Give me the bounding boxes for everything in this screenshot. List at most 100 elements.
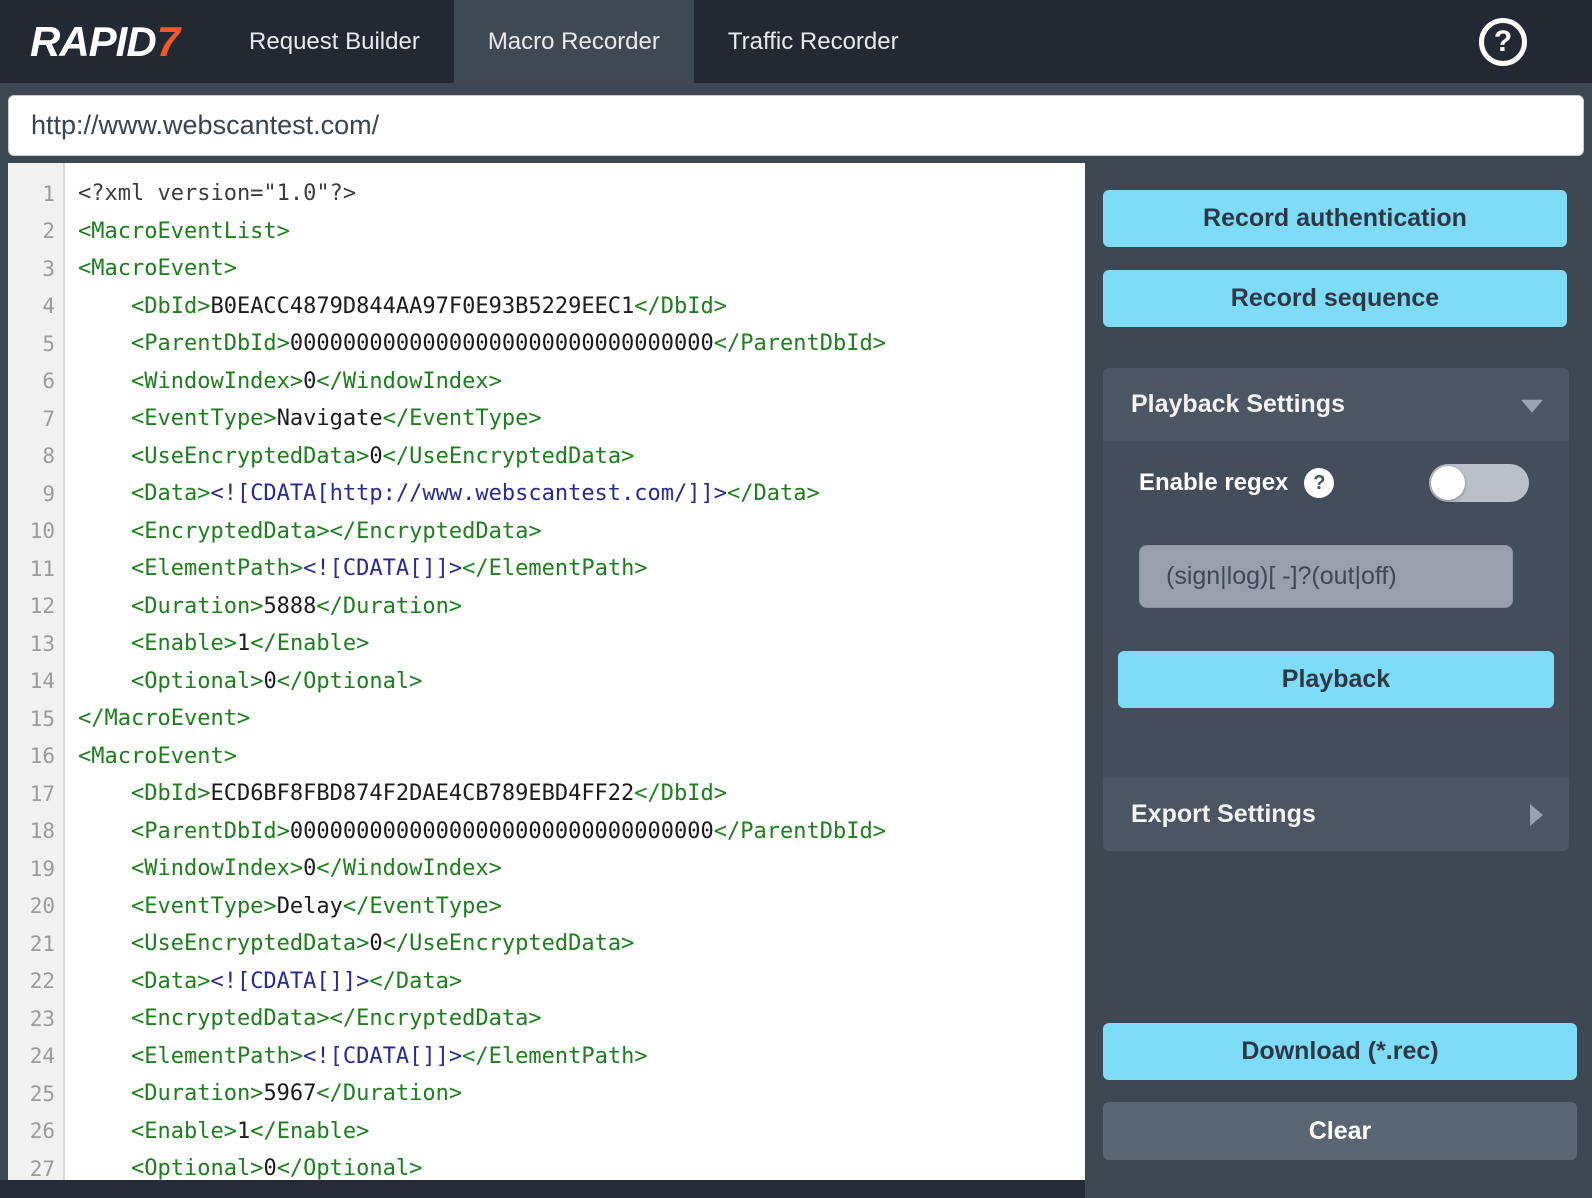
line-number: 9	[8, 482, 65, 506]
code-line: 18 <ParentDbId>0000000000000000000000000…	[8, 813, 1085, 851]
code-text: <EncryptedData></EncryptedData>	[65, 1006, 542, 1031]
code-line: 21 <UseEncryptedData>0</UseEncryptedData…	[8, 925, 1085, 963]
code-line: 2<MacroEventList>	[8, 213, 1085, 251]
line-number: 10	[8, 519, 65, 543]
line-number: 21	[8, 932, 65, 956]
code-text: <Duration>5888</Duration>	[65, 594, 462, 619]
code-text: <ParentDbId>0000000000000000000000000000…	[65, 819, 886, 844]
settings-panel: Playback Settings Enable regex ? Playbac…	[1103, 368, 1569, 851]
line-number: 7	[8, 407, 65, 431]
code-text: <Enable>1</Enable>	[65, 631, 369, 656]
code-text: <Enable>1</Enable>	[65, 1119, 369, 1144]
code-line: 11 <ElementPath><![CDATA[]]></ElementPat…	[8, 550, 1085, 588]
playback-settings-title: Playback Settings	[1131, 390, 1345, 419]
help-icon[interactable]: ?	[1479, 18, 1527, 66]
line-number: 5	[8, 332, 65, 356]
code-line: 17 <DbId>ECD6BF8FBD874F2DAE4CB789EBD4FF2…	[8, 775, 1085, 813]
code-text: <WindowIndex>0</WindowIndex>	[65, 856, 502, 881]
help-icon-glyph: ?	[1494, 25, 1512, 59]
code-text: <UseEncryptedData>0</UseEncryptedData>	[65, 931, 634, 956]
line-number: 13	[8, 632, 65, 656]
export-settings-header[interactable]: Export Settings	[1103, 778, 1569, 851]
editor-bottom-strip	[0, 1180, 1085, 1198]
line-number: 15	[8, 707, 65, 731]
code-line: 25 <Duration>5967</Duration>	[8, 1075, 1085, 1113]
line-number: 14	[8, 669, 65, 693]
code-text: <EncryptedData></EncryptedData>	[65, 519, 542, 544]
download-rec-button[interactable]: Download (*.rec)	[1103, 1023, 1577, 1080]
code-text: </MacroEvent>	[65, 706, 250, 731]
record-authentication-button[interactable]: Record authentication	[1103, 190, 1567, 247]
enable-regex-label: Enable regex	[1139, 469, 1288, 497]
code-text: <UseEncryptedData>0</UseEncryptedData>	[65, 444, 634, 469]
code-text: <DbId>B0EACC4879D844AA97F0E93B5229EEC1</…	[65, 294, 727, 319]
top-navbar: RAPID7 Request Builder Macro Recorder Tr…	[0, 0, 1592, 83]
toggle-knob	[1431, 466, 1465, 500]
line-number: 23	[8, 1007, 65, 1031]
line-number: 8	[8, 444, 65, 468]
tab-label: Request Builder	[249, 28, 420, 56]
code-line: 8 <UseEncryptedData>0</UseEncryptedData>	[8, 438, 1085, 476]
code-text: <EventType>Delay</EventType>	[65, 894, 502, 919]
export-settings-title: Export Settings	[1131, 800, 1316, 829]
tab-request-builder[interactable]: Request Builder	[215, 0, 454, 83]
code-line: 14 <Optional>0</Optional>	[8, 663, 1085, 701]
regex-help-icon[interactable]: ?	[1304, 468, 1334, 498]
code-line: 15</MacroEvent>	[8, 700, 1085, 738]
code-text: <ElementPath><![CDATA[]]></ElementPath>	[65, 1044, 648, 1069]
code-line: 6 <WindowIndex>0</WindowIndex>	[8, 363, 1085, 401]
line-number: 1	[8, 182, 65, 206]
code-text: <MacroEvent>	[65, 744, 237, 769]
line-number: 17	[8, 782, 65, 806]
line-number: 19	[8, 857, 65, 881]
tab-label: Macro Recorder	[488, 28, 660, 56]
line-number: 22	[8, 969, 65, 993]
record-sequence-button[interactable]: Record sequence	[1103, 270, 1567, 327]
line-number: 3	[8, 257, 65, 281]
macro-xml-editor[interactable]: 1<?xml version="1.0"?>2<MacroEventList>3…	[8, 163, 1085, 1180]
tab-macro-recorder[interactable]: Macro Recorder	[454, 0, 694, 83]
code-text: <ParentDbId>0000000000000000000000000000…	[65, 331, 886, 356]
line-number: 4	[8, 294, 65, 318]
code-line: 20 <EventType>Delay</EventType>	[8, 888, 1085, 926]
line-number: 18	[8, 819, 65, 843]
code-line: 5 <ParentDbId>00000000000000000000000000…	[8, 325, 1085, 363]
chevron-down-icon	[1521, 399, 1543, 412]
playback-settings-header[interactable]: Playback Settings	[1103, 368, 1569, 441]
line-number: 26	[8, 1119, 65, 1143]
enable-regex-row: Enable regex ?	[1139, 463, 1529, 503]
line-number: 6	[8, 369, 65, 393]
playback-button[interactable]: Playback	[1118, 651, 1554, 708]
clear-button[interactable]: Clear	[1103, 1102, 1577, 1160]
line-number: 24	[8, 1044, 65, 1068]
code-line: 16<MacroEvent>	[8, 738, 1085, 776]
enable-regex-toggle[interactable]	[1429, 464, 1529, 502]
logo-word: RAPID	[30, 18, 156, 66]
sidebar: Record authentication Record sequence Pl…	[1085, 163, 1592, 1198]
code-line: 12 <Duration>5888</Duration>	[8, 588, 1085, 626]
code-lines: 1<?xml version="1.0"?>2<MacroEventList>3…	[8, 163, 1085, 1180]
line-number: 11	[8, 557, 65, 581]
regex-pattern-input[interactable]	[1139, 545, 1513, 608]
tab-traffic-recorder[interactable]: Traffic Recorder	[694, 0, 933, 83]
code-text: <Optional>0</Optional>	[65, 1156, 422, 1180]
code-line: 22 <Data><![CDATA[]]></Data>	[8, 963, 1085, 1001]
code-line: 24 <ElementPath><![CDATA[]]></ElementPat…	[8, 1038, 1085, 1076]
line-number: 16	[8, 744, 65, 768]
code-text: <Optional>0</Optional>	[65, 669, 422, 694]
code-text: <Data><![CDATA[http://www.webscantest.co…	[65, 481, 820, 506]
code-line: 3<MacroEvent>	[8, 250, 1085, 288]
code-text: <Duration>5967</Duration>	[65, 1081, 462, 1106]
tab-label: Traffic Recorder	[728, 28, 899, 56]
code-text: <MacroEventList>	[65, 219, 290, 244]
code-line: 9 <Data><![CDATA[http://www.webscantest.…	[8, 475, 1085, 513]
code-text: <ElementPath><![CDATA[]]></ElementPath>	[65, 556, 648, 581]
code-line: 7 <EventType>Navigate</EventType>	[8, 400, 1085, 438]
code-text: <DbId>ECD6BF8FBD874F2DAE4CB789EBD4FF22</…	[65, 781, 727, 806]
code-text: <EventType>Navigate</EventType>	[65, 406, 542, 431]
code-line: 4 <DbId>B0EACC4879D844AA97F0E93B5229EEC1…	[8, 288, 1085, 326]
line-number: 27	[8, 1157, 65, 1180]
code-line: 13 <Enable>1</Enable>	[8, 625, 1085, 663]
url-input[interactable]	[8, 95, 1584, 156]
code-line: 10 <EncryptedData></EncryptedData>	[8, 513, 1085, 551]
